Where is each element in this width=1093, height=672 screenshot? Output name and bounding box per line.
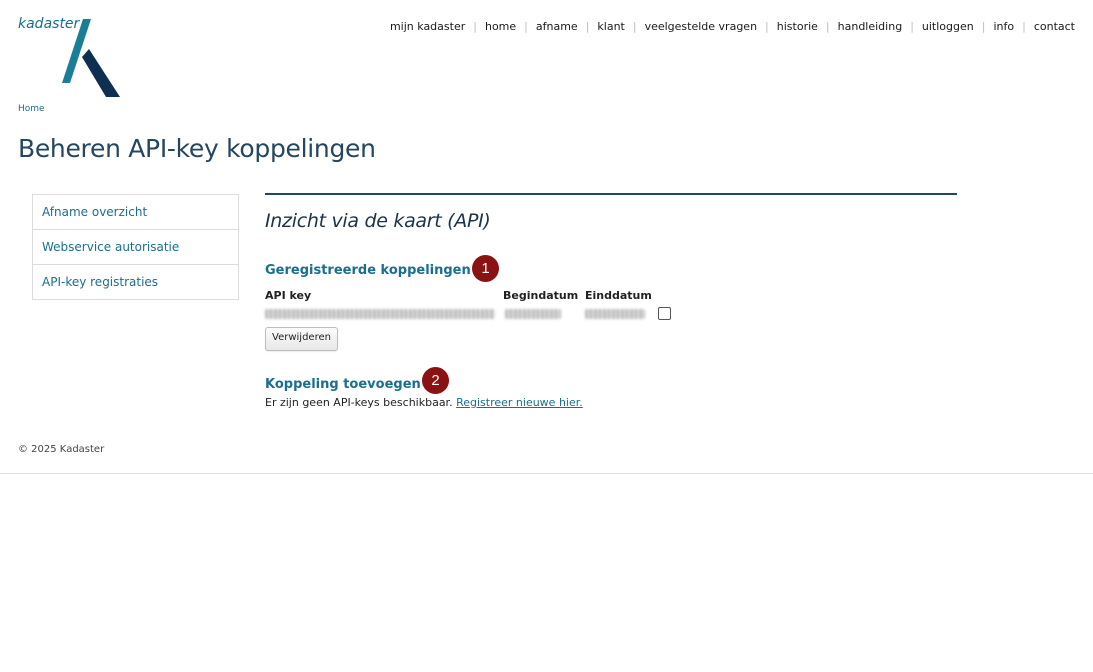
nav-separator: | (825, 20, 830, 33)
add-link-heading: Koppeling toevoegen (265, 377, 421, 392)
nav-afname[interactable]: afname (536, 20, 578, 33)
nav-uitloggen[interactable]: uitloggen (922, 20, 974, 33)
annotation-badge-1: 1 (472, 255, 499, 282)
page-title: Beheren API-key koppelingen (18, 134, 376, 163)
kadaster-k-icon (62, 19, 120, 97)
nav-veelgestelde-vragen[interactable]: veelgestelde vragen (645, 20, 757, 33)
main-content: Inzicht via de kaart (API) Geregistreerd… (265, 193, 957, 409)
redacted-begindatum (505, 309, 561, 319)
register-new-link[interactable]: Registreer nieuwe hier. (456, 396, 583, 409)
redacted-api-key (265, 309, 495, 319)
nav-historie[interactable]: historie (777, 20, 818, 33)
nav-home[interactable]: home (485, 20, 516, 33)
no-api-keys-text: Er zijn geen API-keys beschikbaar. (265, 396, 453, 409)
nav-contact[interactable]: contact (1034, 20, 1075, 33)
nav-separator: | (1022, 20, 1026, 33)
nav-separator: | (524, 20, 528, 33)
redacted-einddatum (585, 309, 645, 319)
nav-handleiding[interactable]: handleiding (838, 20, 903, 33)
nav-info[interactable]: info (993, 20, 1014, 33)
no-api-keys-message: Er zijn geen API-keys beschikbaar. Regis… (265, 396, 583, 409)
registered-links-heading: Geregistreerde koppelingen (265, 263, 471, 278)
nav-separator: | (585, 20, 590, 33)
delete-button[interactable]: Verwijderen (265, 327, 338, 351)
section-title: Inzicht via de kaart (API) (265, 210, 491, 232)
sidebar-item-afname-overzicht[interactable]: Afname overzicht (33, 195, 238, 230)
annotation-badge-2: 2 (422, 367, 449, 394)
nav-separator: | (473, 20, 477, 33)
nav-separator: | (632, 20, 637, 33)
nav-separator: | (981, 20, 986, 33)
sidebar: Afname overzicht Webservice autorisatie … (32, 194, 239, 300)
sidebar-item-api-key-registraties[interactable]: API-key registraties (33, 265, 238, 299)
top-navigation: mijn kadaster | home | afname | klant | veel… (390, 20, 1075, 33)
select-row-checkbox[interactable] (658, 307, 671, 320)
footer-copyright: © 2025 Kadaster (18, 444, 105, 455)
nav-separator: | (910, 20, 914, 33)
breadcrumb-home[interactable]: Home (18, 104, 45, 114)
section-divider (265, 193, 957, 195)
column-header-api-key: API key (265, 289, 312, 302)
column-header-einddatum: Einddatum (585, 289, 652, 302)
kadaster-logo[interactable]: kadaster (18, 16, 128, 100)
nav-klant[interactable]: klant (597, 20, 624, 33)
column-header-begindatum: Begindatum (503, 289, 579, 302)
footer-divider (0, 473, 1093, 474)
nav-mijn-kadaster[interactable]: mijn kadaster (390, 20, 465, 33)
sidebar-item-webservice-autorisatie[interactable]: Webservice autorisatie (33, 230, 238, 265)
nav-separator: | (765, 20, 769, 33)
